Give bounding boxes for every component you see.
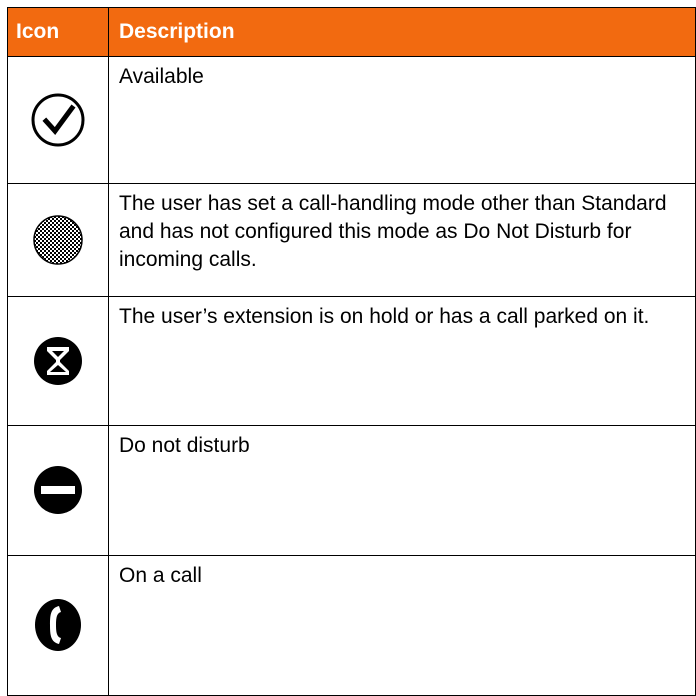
table-row: Do not disturb [7,424,696,556]
row-description: The user’s extension is on hold or has a… [108,296,696,426]
no-entry-icon [34,466,82,515]
icon-cell [7,296,109,426]
header-icon: Icon [7,7,109,57]
table-row: Available [7,55,696,185]
row-description: The user has set a call-handling mode ot… [108,183,696,298]
row-description: Available [108,55,696,185]
icon-cell [7,183,109,298]
icon-cell [7,554,109,696]
table-row: On a call [7,554,696,696]
icon-description-table: Icon Description Available The user has … [7,7,696,696]
checkered-circle-icon [33,215,83,266]
row-description: On a call [108,554,696,696]
hourglass-circle-icon [34,336,82,385]
icon-cell [7,55,109,185]
check-circle-icon [31,93,85,147]
row-description: Do not disturb [108,424,696,556]
table-row: The user’s extension is on hold or has a… [7,296,696,426]
phone-circle-icon [35,599,81,652]
table-row: The user has set a call-handling mode ot… [7,183,696,298]
table-header-row: Icon Description [7,7,696,57]
icon-cell [7,424,109,556]
header-description: Description [108,7,696,57]
